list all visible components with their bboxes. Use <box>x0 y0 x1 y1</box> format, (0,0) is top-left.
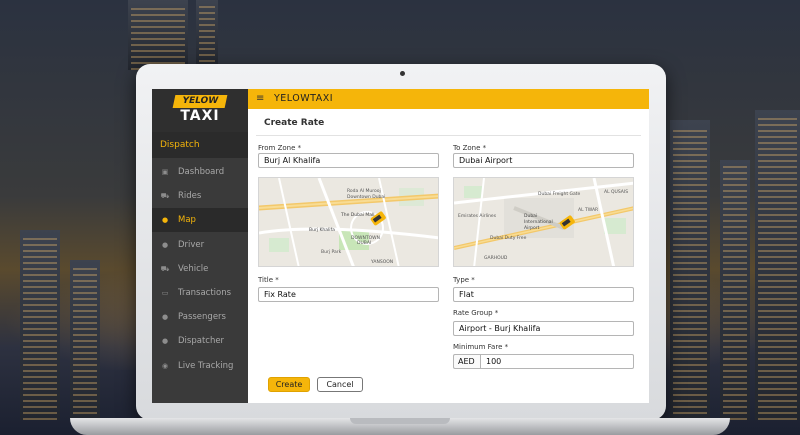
dashboard-icon: ▣ <box>161 168 169 176</box>
background-tower <box>70 260 100 420</box>
sidebar-item-vehicle[interactable]: ⛟ Vehicle <box>152 257 248 281</box>
sidebar-item-label: Transactions <box>178 288 232 298</box>
map-label: Dubai <box>524 214 538 219</box>
map-label: International <box>524 220 553 225</box>
car-icon: ⛟ <box>160 192 170 200</box>
sidebar-item-label: Dashboard <box>178 167 225 177</box>
rate-group-label: Rate Group * <box>453 309 499 317</box>
rate-group-input[interactable] <box>453 321 634 336</box>
map-label: Emirates Airlines <box>458 214 497 219</box>
minimum-fare-input[interactable] <box>480 354 634 369</box>
car-icon: ⛟ <box>160 265 170 273</box>
create-button[interactable]: Create <box>268 377 310 392</box>
map-label: Dubai Duty Free <box>490 236 527 241</box>
from-zone-map[interactable]: Roda Al Murooj Downtown Dubai The Dubai … <box>258 177 439 267</box>
from-zone-label: From Zone * <box>258 144 302 152</box>
map-label: The Dubai Mall <box>341 213 375 218</box>
map-label: Downtown Dubai <box>347 195 386 200</box>
sidebar-item-dashboard[interactable]: ▣ Dashboard <box>152 160 248 184</box>
sidebar-section-dispatch[interactable]: Dispatch <box>152 132 248 158</box>
logo-text-top: YELOW <box>172 95 228 108</box>
sidebar-item-live-tracking[interactable]: ◉ Live Tracking <box>152 354 248 378</box>
to-zone-input[interactable] <box>453 153 634 168</box>
sidebar-item-transactions[interactable]: ▭ Transactions <box>152 281 248 305</box>
map-label: Burj Khalifa <box>309 228 335 233</box>
background-tower <box>670 120 710 420</box>
map-label: Roda Al Murooj <box>347 189 381 194</box>
title-divider <box>256 135 641 136</box>
background-tower <box>720 160 750 420</box>
app-screen: YELOW TAXI Dispatch ▣ Dashboard ⛟ Rides ● M… <box>152 89 649 403</box>
sidebar-item-label: Vehicle <box>178 264 209 274</box>
background-tower <box>755 110 800 420</box>
user-icon: ● <box>161 241 169 249</box>
map-pin-icon: ● <box>161 216 169 224</box>
logo[interactable]: YELOW TAXI <box>152 89 248 132</box>
sidebar: YELOW TAXI Dispatch ▣ Dashboard ⛟ Rides ● M… <box>152 89 248 403</box>
logo-text-bottom: TAXI <box>180 108 220 124</box>
cancel-button[interactable]: Cancel <box>317 377 363 392</box>
sidebar-item-passengers[interactable]: ● Passengers <box>152 305 248 329</box>
laptop-camera <box>400 71 405 76</box>
map-label: DUBAI <box>357 241 372 246</box>
map-label: Burj Park <box>321 250 342 255</box>
map-label: GARHOUD <box>484 256 508 261</box>
map-label: YANSOON <box>371 260 394 265</box>
laptop-base-notch <box>350 418 450 424</box>
sidebar-item-dispatcher[interactable]: ● Dispatcher <box>152 329 248 353</box>
background-tower <box>20 230 60 420</box>
background-tower <box>128 0 188 70</box>
user-icon: ● <box>161 337 169 345</box>
type-input[interactable] <box>453 287 634 302</box>
sidebar-item-rides[interactable]: ⛟ Rides <box>152 184 248 208</box>
sidebar-item-map[interactable]: ● Map <box>152 208 248 232</box>
top-bar: ≡ YELOWTAXI <box>248 89 649 109</box>
title-input[interactable] <box>258 287 439 302</box>
to-zone-map[interactable]: Dubai Freight Gate AL QUSAIS Emirates Ai… <box>453 177 634 267</box>
map-label: Airport <box>524 226 540 231</box>
sidebar-item-label: Dispatcher <box>178 336 225 346</box>
from-zone-input[interactable] <box>258 153 439 168</box>
sidebar-item-label: Rides <box>178 191 202 201</box>
to-zone-label: To Zone * <box>453 144 487 152</box>
sidebar-item-label: Map <box>178 215 196 225</box>
page-title: Create Rate <box>264 118 325 128</box>
app-name: YELOWTAXI <box>274 93 334 104</box>
sidebar-item-driver[interactable]: ● Driver <box>152 233 248 257</box>
location-icon: ◉ <box>161 362 169 370</box>
currency-prefix: AED <box>453 354 480 369</box>
map-label: Dubai Freight Gate <box>538 192 581 197</box>
users-icon: ● <box>161 313 169 321</box>
sidebar-item-label: Driver <box>178 240 205 250</box>
sidebar-item-label: Passengers <box>178 312 226 322</box>
map-label: AL QUSAIS <box>604 190 629 195</box>
hamburger-menu-icon[interactable]: ≡ <box>256 93 266 105</box>
type-label: Type * <box>453 276 475 284</box>
minimum-fare-label: Minimum Fare * <box>453 343 509 351</box>
wallet-icon: ▭ <box>161 289 169 297</box>
map-label: AL TWAR <box>578 208 599 213</box>
title-label: Title * <box>258 276 279 284</box>
sidebar-item-label: Live Tracking <box>178 361 234 371</box>
background-tower <box>196 0 218 68</box>
